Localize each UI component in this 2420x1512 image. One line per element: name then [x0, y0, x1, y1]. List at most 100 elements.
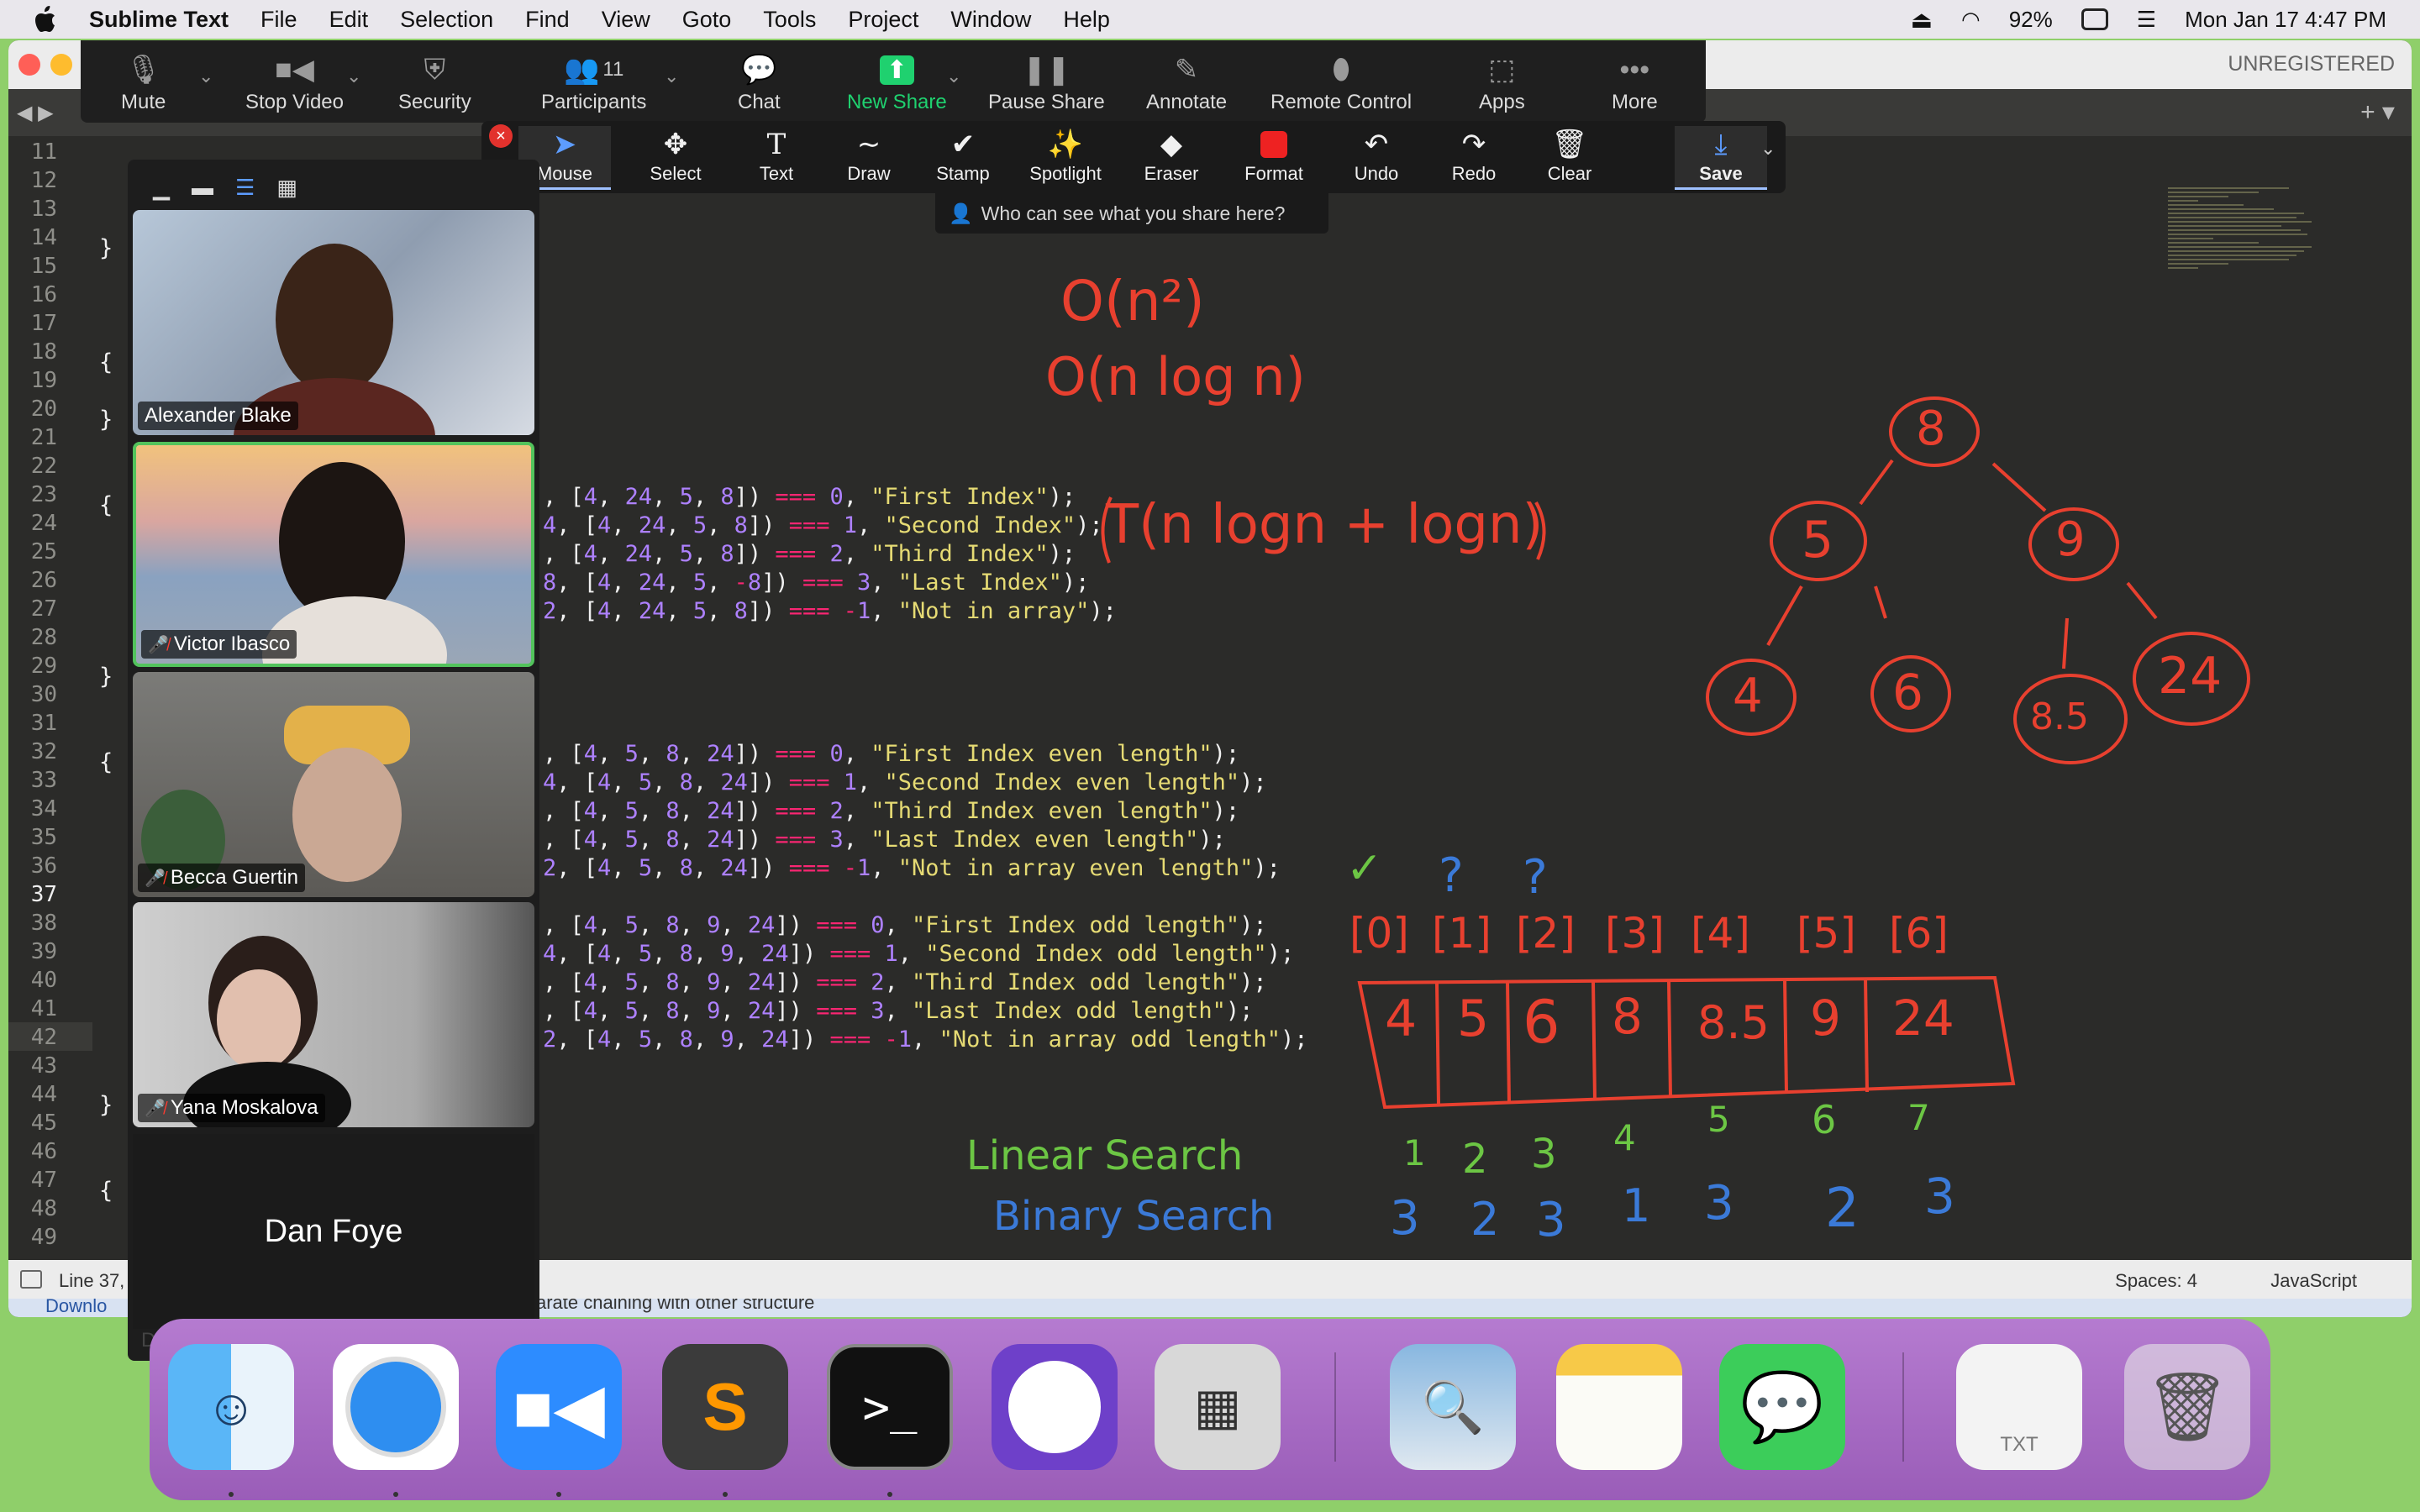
binary-count-1: 2 — [1470, 1193, 1500, 1246]
annotation-big-o-nlogn: O(n log n) — [1045, 346, 1306, 407]
chat-button[interactable]: 💬 Chat — [738, 49, 781, 119]
participants-button[interactable]: 👥 11 Participants — [541, 49, 646, 119]
preview-icon[interactable]: 🔍 — [1390, 1344, 1516, 1470]
pause-share-button[interactable]: ❚❚ Pause Share — [988, 49, 1105, 119]
cursor-position[interactable]: Line 37, — [59, 1270, 124, 1292]
finder-icon[interactable]: ☺ — [168, 1344, 294, 1470]
video-tile[interactable]: 🎤̸ Becca Guertin — [133, 672, 534, 897]
video-tile[interactable]: Alexander Blake — [133, 210, 534, 435]
menu-view[interactable]: View — [602, 7, 650, 33]
apple-icon[interactable] — [30, 3, 64, 36]
apps-button[interactable]: ⬚ Apps — [1479, 49, 1525, 119]
anno-clear-button[interactable]: 🗑 Clear — [1523, 126, 1616, 190]
minimize-window-button[interactable] — [50, 54, 72, 76]
anno-undo-button[interactable]: ↶ Undo — [1330, 126, 1423, 190]
close-window-button[interactable] — [18, 54, 40, 76]
security-button[interactable]: ⛨ Security — [398, 49, 471, 119]
more-dots-icon: ••• — [1619, 53, 1650, 86]
menu-app-name[interactable]: Sublime Text — [89, 7, 229, 33]
anno-eraser-label: Eraser — [1144, 163, 1199, 184]
single-view-icon[interactable]: ▬ — [192, 175, 213, 201]
menu-file[interactable]: File — [260, 7, 297, 33]
video-layout-toolbar: ▁ ▬ ☰ ▦ — [153, 175, 297, 201]
safari-icon[interactable] — [333, 1344, 459, 1470]
anno-undo-label: Undo — [1354, 163, 1399, 184]
syntax-selector[interactable]: JavaScript — [2270, 1270, 2357, 1292]
tab-nav-arrows-icon[interactable]: ◀ ▶ — [17, 101, 54, 125]
datetime[interactable]: Mon Jan 17 4:47 PM — [2185, 7, 2386, 33]
video-options-chevron-icon[interactable]: ⌄ — [346, 66, 361, 87]
indentation-setting[interactable]: Spaces: 4 — [2115, 1270, 2197, 1292]
annotate-button[interactable]: ✎ Annotate — [1146, 49, 1227, 119]
menu-find[interactable]: Find — [525, 7, 570, 33]
wifi-icon[interactable]: ◠ — [1961, 7, 1981, 33]
share-options-chevron-icon[interactable]: ⌄ — [946, 66, 961, 87]
grid-view-icon[interactable]: ▦ — [276, 175, 297, 201]
messages-icon[interactable]: 💬 — [1719, 1344, 1845, 1470]
menu-goto[interactable]: Goto — [682, 7, 732, 33]
sublime-icon[interactable]: S — [662, 1344, 788, 1470]
anno-spotlight-button[interactable]: ✨ Spotlight — [1019, 126, 1112, 190]
github-icon[interactable] — [992, 1344, 1118, 1470]
drive-icon[interactable]: ⏏ — [1911, 6, 1933, 34]
close-annotation-icon[interactable]: × — [489, 124, 513, 148]
control-center-icon[interactable]: ☰ — [2137, 7, 2156, 33]
line-number: 36 — [30, 853, 57, 879]
video-tile-active-speaker[interactable]: 🎤̸ Victor Ibasco — [133, 442, 534, 667]
menu-tools[interactable]: Tools — [763, 7, 816, 33]
linear-count-3: 4 — [1613, 1117, 1636, 1158]
calculator-icon[interactable]: ▦ — [1155, 1344, 1281, 1470]
txt-file-icon[interactable]: TXT — [1956, 1344, 2082, 1470]
checkmark-icon: ✔ — [950, 129, 976, 160]
line-number: 25 — [30, 539, 57, 564]
pause-share-label: Pause Share — [988, 91, 1105, 113]
zoom-icon[interactable]: ■◀ — [496, 1344, 622, 1470]
video-tile[interactable]: 🎤̸ Yana Moskalova — [133, 902, 534, 1127]
pause-icon: ❚❚ — [1022, 54, 1071, 86]
minimap[interactable] — [2168, 187, 2319, 372]
new-tab-icon[interactable]: + ▾ — [2360, 97, 2395, 127]
anno-stamp-button[interactable]: ✔ Stamp — [917, 126, 1009, 190]
participants-options-chevron-icon[interactable]: ⌄ — [664, 66, 679, 87]
menu-edit[interactable]: Edit — [329, 7, 369, 33]
anno-save-button[interactable]: ⤓ Save — [1675, 126, 1767, 190]
mute-button[interactable]: 🎙 Mute — [121, 49, 166, 119]
panel-toggle-icon[interactable] — [20, 1270, 42, 1289]
anno-draw-button[interactable]: ∼ Draw — [823, 126, 915, 190]
download-label[interactable]: Downlo — [45, 1299, 107, 1317]
eraser-icon: ◆ — [1160, 129, 1183, 160]
line-number: 43 — [30, 1053, 57, 1079]
who-can-see-bar[interactable]: 👤 Who can see what you share here? — [935, 193, 1328, 234]
trash-icon: 🗑 — [1551, 129, 1588, 160]
more-button[interactable]: ••• More — [1612, 49, 1658, 119]
array-index-4: [4] — [1691, 909, 1750, 958]
menu-help[interactable]: Help — [1063, 7, 1110, 33]
download-label-2[interactable]: arate chaining with other structure — [536, 1299, 814, 1314]
anno-clear-label: Clear — [1547, 163, 1592, 184]
strip-view-icon[interactable]: ☰ — [235, 175, 255, 201]
code-line-33: 4, [4, 5, 8, 24]) === 1, "Second Index e… — [543, 769, 1267, 795]
menu-project[interactable]: Project — [848, 7, 918, 33]
anno-format-button[interactable]: Format — [1228, 126, 1320, 190]
mute-options-chevron-icon[interactable]: ⌄ — [198, 66, 213, 87]
minimize-icon[interactable]: ▁ — [153, 175, 170, 201]
trash-icon[interactable]: 🗑 — [2124, 1344, 2250, 1470]
anno-redo-button[interactable]: ↷ Redo — [1428, 126, 1520, 190]
video-tile-no-video[interactable]: Dan Foye — [133, 1134, 534, 1329]
terminal-icon[interactable]: >_ — [827, 1344, 953, 1470]
anno-eraser-button[interactable]: ◆ Eraser — [1125, 126, 1218, 190]
anno-select-button[interactable]: ✥ Select — [629, 126, 722, 190]
new-share-button[interactable]: ⬆ New Share — [847, 49, 947, 119]
stop-video-button[interactable]: ■◀ Stop Video — [245, 49, 344, 119]
menu-window[interactable]: Window — [950, 7, 1031, 33]
menu-selection[interactable]: Selection — [400, 7, 493, 33]
line-number: 26 — [30, 568, 57, 593]
code-fragment: { — [99, 749, 113, 775]
code-fragment: } — [99, 407, 113, 433]
battery-icon[interactable] — [2081, 8, 2108, 30]
line-number: 22 — [30, 454, 57, 479]
notes-icon[interactable] — [1556, 1344, 1682, 1470]
anno-text-button[interactable]: T Text — [730, 126, 823, 190]
save-options-chevron-icon[interactable]: ⌄ — [1760, 138, 1776, 160]
remote-control-button[interactable]: ⬮ Remote Control — [1270, 49, 1412, 119]
